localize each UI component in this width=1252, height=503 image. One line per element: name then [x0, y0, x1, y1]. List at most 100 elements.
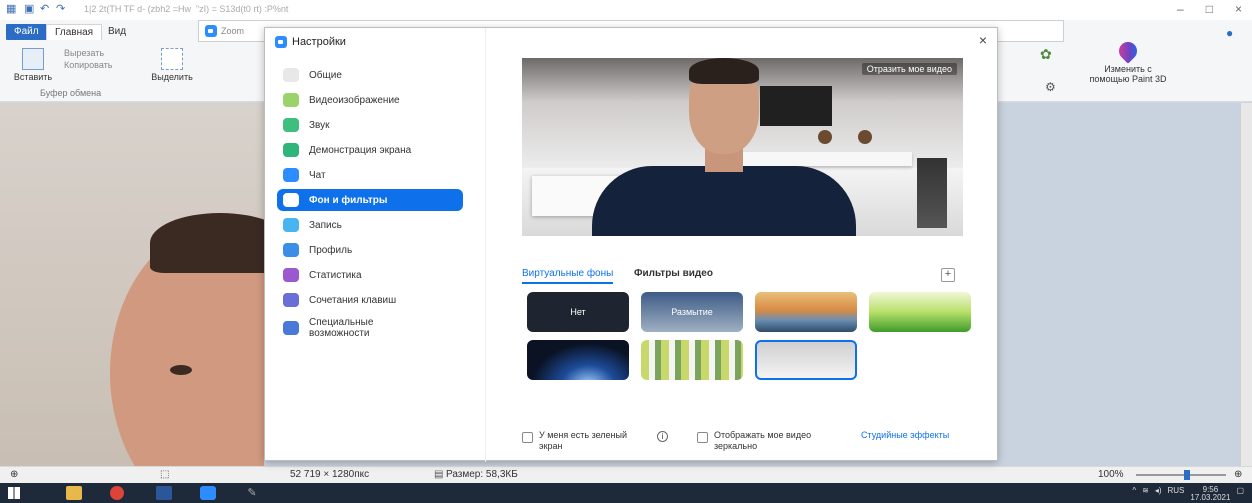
nav-item-1[interactable]: Видеоизображение: [277, 89, 463, 111]
nav-item-icon: [283, 293, 299, 307]
nav-item-7[interactable]: Профиль: [277, 239, 463, 261]
nav-divider: [485, 28, 486, 462]
tab-view[interactable]: Вид: [100, 24, 134, 40]
settings-gear-icon[interactable]: ⚙: [1045, 80, 1056, 94]
tray-arrow-icon[interactable]: ^: [1132, 486, 1136, 502]
nav-item-icon: [283, 143, 299, 157]
undo-icon[interactable]: ↶: [40, 3, 52, 15]
zoom-slider[interactable]: [1136, 470, 1226, 480]
close-window-icon[interactable]: ×: [1235, 2, 1242, 16]
paste-button[interactable]: Вставить: [10, 48, 56, 82]
nav-item-icon: [283, 68, 299, 82]
nav-item-label: Профиль: [309, 244, 353, 256]
nav-item-6[interactable]: Запись: [277, 214, 463, 236]
background-thumb-office[interactable]: [641, 340, 743, 380]
redo-icon[interactable]: ↷: [56, 3, 68, 15]
zoom-slider-thumb[interactable]: [1184, 470, 1190, 480]
background-thumb-room[interactable]: [755, 340, 857, 380]
network-icon[interactable]: ≋: [1142, 486, 1149, 502]
save-icon[interactable]: ▣: [24, 3, 36, 15]
mirror-checkbox[interactable]: [697, 432, 708, 443]
shapes-icon[interactable]: ✿: [1040, 46, 1052, 63]
cut-button[interactable]: Вырезать: [64, 48, 104, 58]
volume-icon[interactable]: ◂): [1155, 486, 1162, 502]
select-button[interactable]: Выделить: [150, 48, 194, 82]
settings-dialog: Настройки × Общие Видеоизображение Звук Дем…: [264, 27, 998, 462]
minimize-icon[interactable]: –: [1177, 2, 1184, 16]
zoom-in-icon[interactable]: ⊕: [1234, 469, 1242, 480]
clock[interactable]: 9:56 17.03.2021: [1190, 486, 1230, 502]
nav-item-label: Фон и фильтры: [309, 194, 388, 206]
settings-titlebar: Настройки: [275, 36, 346, 48]
video-preview: Отразить мое видео: [522, 58, 963, 236]
maximize-icon[interactable]: □: [1206, 2, 1213, 16]
background-thumb-blur[interactable]: Размытие: [641, 292, 743, 332]
disk-icon: ▤: [434, 469, 444, 480]
paint3d-icon: [1115, 38, 1141, 64]
select-label: Выделить: [151, 72, 193, 82]
nav-item-icon: [283, 218, 299, 232]
nav-item-4[interactable]: Чат: [277, 164, 463, 186]
background-thumb-bridge[interactable]: [755, 292, 857, 332]
edit-paint3d-button[interactable]: Изменить с помощью Paint 3D: [1088, 38, 1168, 84]
clock-date: 17.03.2021: [1190, 493, 1231, 502]
green-screen-checkbox[interactable]: [522, 432, 533, 443]
start-icon[interactable]: [8, 486, 22, 500]
nav-item-label: Сочетания клавиш: [309, 294, 397, 306]
tab-file[interactable]: Файл: [6, 24, 47, 40]
nav-item-0[interactable]: Общие: [277, 64, 463, 86]
nav-item-label: Запись: [309, 219, 342, 231]
green-screen-option[interactable]: У меня есть зеленый экран i: [522, 430, 682, 452]
info-icon[interactable]: i: [657, 431, 668, 442]
nav-item-label: Демонстрация экрана: [309, 144, 412, 156]
paint-app-icon: ▦: [6, 3, 17, 15]
background-thumb-none[interactable]: Нет: [527, 292, 629, 332]
virtual-bg-vase: [818, 130, 832, 144]
nav-item-3[interactable]: Демонстрация экрана: [277, 139, 463, 161]
add-background-button[interactable]: +: [941, 268, 955, 282]
window-title: 1|2 2t(TH TF d- (zbh2 =Hw "zI) = S13d(t0…: [84, 4, 289, 14]
background-thumb-grass[interactable]: [869, 292, 971, 332]
paste-label: Вставить: [13, 72, 53, 82]
tab-video-filters[interactable]: Фильтры видео: [634, 268, 713, 282]
word-icon[interactable]: [156, 486, 172, 500]
photo-hair: [150, 213, 264, 273]
clipboard-group-label: Буфер обмена: [40, 88, 102, 98]
help-icon[interactable]: ●: [1226, 26, 1233, 40]
mirror-video-badge[interactable]: Отразить мое видео: [861, 63, 957, 75]
nav-item-8[interactable]: Статистика: [277, 264, 463, 286]
virtual-bg-tv: [760, 86, 832, 126]
mirror-option[interactable]: Отображать мое видео зеркально: [697, 430, 837, 452]
nav-item-icon: [283, 321, 299, 335]
paint-taskbar-icon[interactable]: ✎: [244, 486, 260, 500]
nav-item-10[interactable]: Специальные возможности: [277, 314, 463, 342]
person-hair: [689, 58, 759, 84]
background-tabs: Виртуальные фоны Фильтры видео +: [522, 268, 963, 286]
virtual-bg-shelf: [742, 152, 912, 166]
close-icon[interactable]: ×: [979, 32, 987, 48]
studio-effects-link[interactable]: Студийные эффекты: [861, 430, 949, 440]
window-controls: – □ ×: [1177, 2, 1242, 16]
keyboard-lang[interactable]: RUS: [1168, 486, 1185, 502]
dimensions-label: 52 719 × 1280пкс: [290, 469, 370, 480]
zoom-logo-icon: [205, 25, 217, 37]
copy-button[interactable]: Копировать: [64, 60, 112, 70]
chrome-icon[interactable]: [110, 486, 124, 500]
canvas-scrollbar[interactable]: [1240, 103, 1252, 466]
zoom-taskbar-icon[interactable]: [200, 486, 216, 500]
nav-item-9[interactable]: Сочетания клавиш: [277, 289, 463, 311]
add-icon[interactable]: ⊕: [10, 469, 18, 480]
green-screen-label: У меня есть зеленый экран: [539, 430, 628, 451]
person-shirt: [592, 166, 856, 236]
nav-item-2[interactable]: Звук: [277, 114, 463, 136]
nav-item-icon: [283, 93, 299, 107]
nav-item-label: Общие: [309, 69, 342, 81]
nav-item-5[interactable]: Фон и фильтры: [277, 189, 463, 211]
notifications-icon[interactable]: ▢: [1236, 486, 1244, 502]
nav-item-icon: [283, 168, 299, 182]
tab-home[interactable]: Главная: [46, 24, 103, 40]
tab-virtual-backgrounds[interactable]: Виртуальные фоны: [522, 268, 614, 284]
file-explorer-icon[interactable]: [66, 486, 82, 500]
virtual-bg-plant: [917, 158, 947, 228]
background-thumb-space[interactable]: [527, 340, 629, 380]
